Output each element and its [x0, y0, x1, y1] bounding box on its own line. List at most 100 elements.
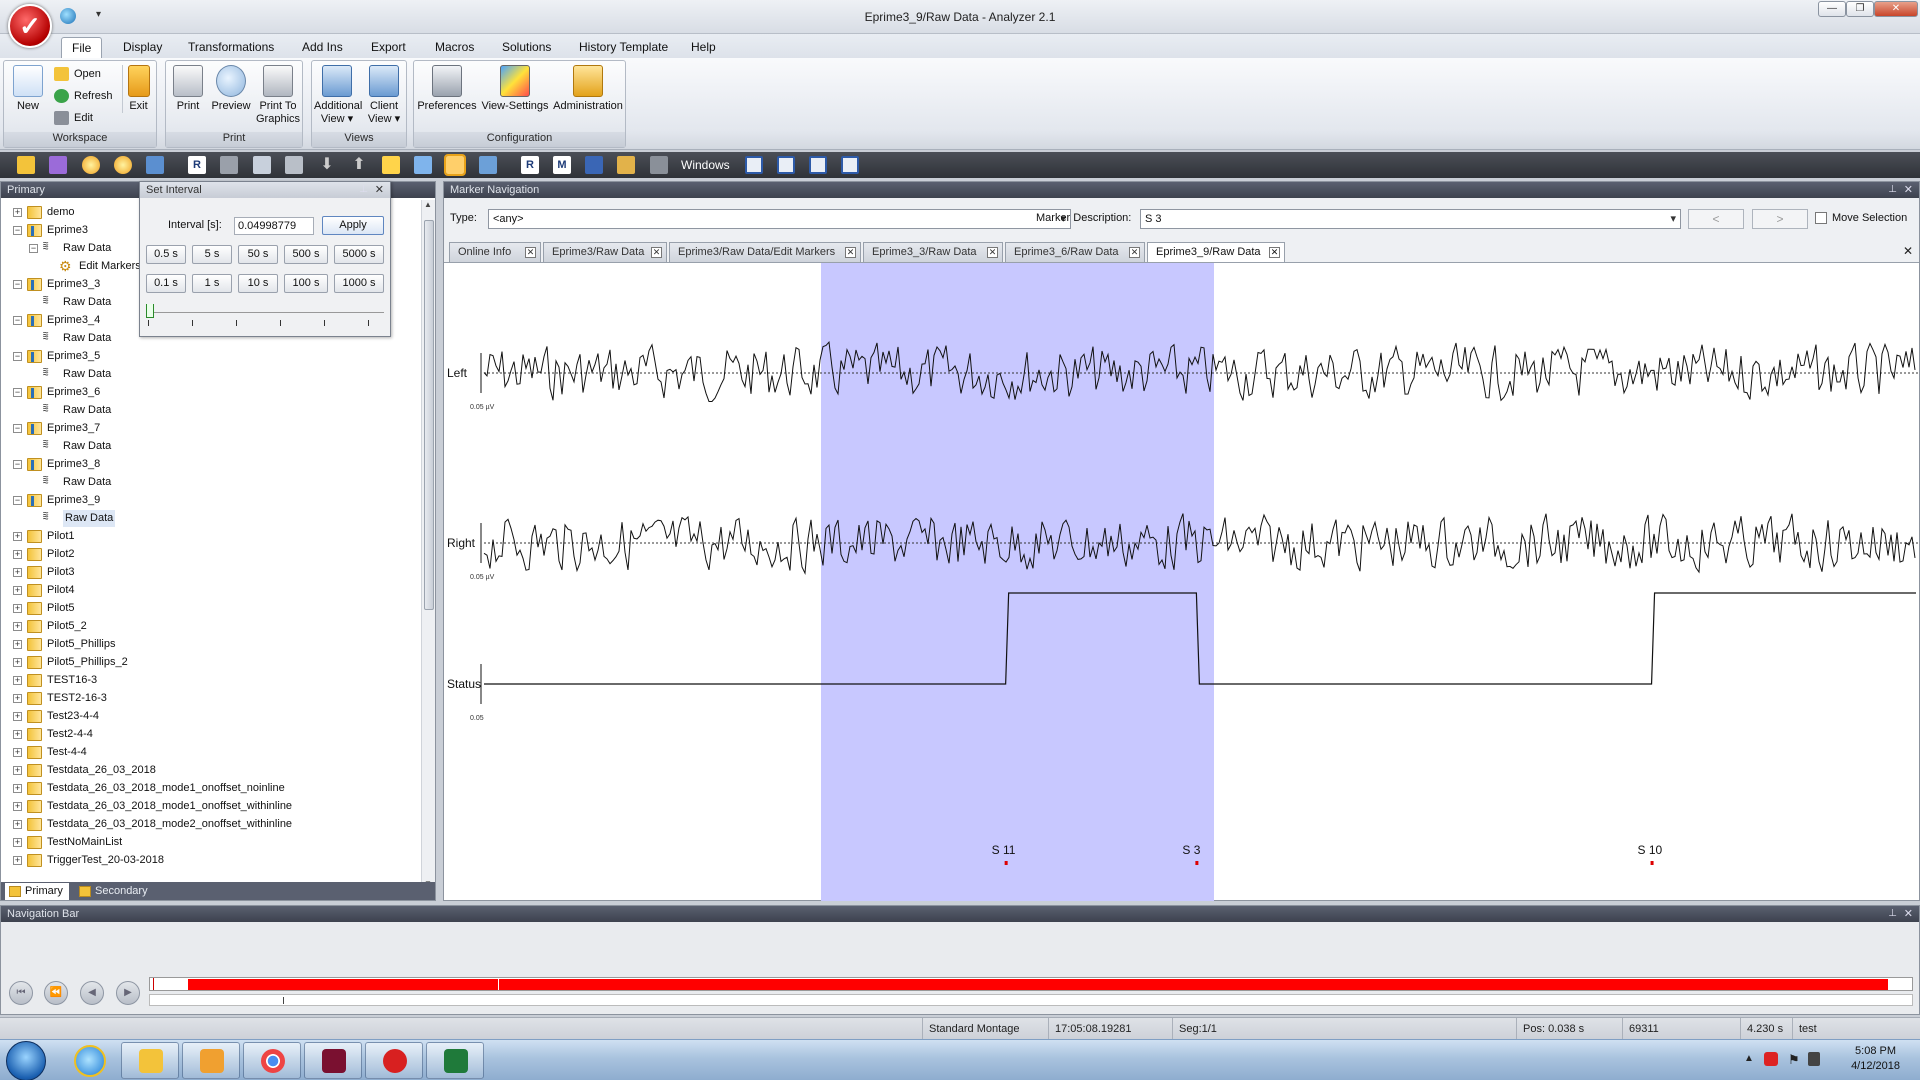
eeg-view[interactable]: Left 0.05 µV Right 0.05 µV Status 0.05 S 11 S 3… — [444, 262, 1919, 901]
menu-display[interactable]: Display — [113, 37, 172, 58]
tree-node[interactable]: + Pilot5_2 — [1, 618, 421, 635]
tree-node[interactable]: + Testdata_26_03_2018_mode1_onoffset_with… — [1, 798, 421, 815]
tree-node[interactable]: − Eprime3_8 — [1, 456, 421, 473]
close-tab-icon[interactable]: ✕ — [1269, 247, 1280, 258]
menu-add-ins[interactable]: Add Ins — [292, 37, 353, 58]
tree-node[interactable]: + TEST2-16-3 — [1, 690, 421, 707]
open-button[interactable]: Open — [52, 64, 101, 84]
taskbar-biosemi[interactable] — [304, 1042, 362, 1079]
expand-icon[interactable]: + — [13, 766, 22, 775]
r-icon[interactable]: R — [188, 156, 206, 174]
tree-scrollbar[interactable]: ▲ ▼ — [421, 200, 435, 888]
next-marker-button[interactable]: > — [1752, 209, 1808, 229]
analyzer-logo-icon[interactable]: ✓ — [8, 4, 52, 48]
expand-icon[interactable]: + — [13, 856, 22, 865]
r-view-icon[interactable]: R — [521, 156, 539, 174]
tree-node[interactable]: ≈ ≈ Raw Data — [1, 402, 421, 419]
open-data-icon[interactable] — [17, 156, 35, 174]
interval-1s-button[interactable]: 1 s — [192, 274, 232, 293]
interval-100s-button[interactable]: 100 s — [284, 274, 328, 293]
tree-node[interactable]: ≈ ≈ Raw Data — [1, 510, 421, 527]
tree-node[interactable]: + Pilot3 — [1, 564, 421, 581]
segment-icon[interactable] — [479, 156, 497, 174]
tree-node[interactable]: ≈ ≈ Raw Data — [1, 366, 421, 383]
taskbar-excel[interactable] — [426, 1042, 484, 1079]
expand-icon[interactable]: + — [13, 730, 22, 739]
window-new-icon[interactable] — [745, 156, 763, 174]
marker-navigation-icon[interactable] — [444, 154, 466, 176]
show-hidden-icons-icon[interactable]: ▲ — [1744, 1053, 1754, 1064]
windows-start-button[interactable] — [6, 1041, 46, 1080]
tree-node[interactable]: + Pilot5 — [1, 600, 421, 617]
collapse-icon[interactable]: − — [13, 352, 22, 361]
tree-node[interactable]: + Testdata_26_03_2018_mode2_onoffset_with… — [1, 816, 421, 833]
tree-node[interactable]: + Test-4-4 — [1, 744, 421, 761]
menu-file[interactable]: File — [61, 37, 103, 58]
tile-icon[interactable] — [650, 156, 668, 174]
overlay-icon[interactable] — [414, 156, 432, 174]
tree-node[interactable]: − Eprime3_5 — [1, 348, 421, 365]
print-to-graphics-button[interactable]: Print To Graphics — [256, 65, 300, 126]
expand-icon[interactable]: + — [13, 748, 22, 757]
tree-node[interactable]: + TriggerTest_20-03-2018 — [1, 852, 421, 869]
tree-node[interactable]: ≈ ≈ Raw Data — [1, 474, 421, 491]
collapse-icon[interactable]: − — [13, 316, 22, 325]
minimize-button[interactable]: — — [1818, 1, 1846, 17]
channel-scale-icon[interactable] — [146, 156, 164, 174]
waveform-icon[interactable] — [253, 156, 271, 174]
tree-node[interactable]: − Eprime3_6 — [1, 384, 421, 401]
tree-node[interactable]: + Pilot5_Phillips_2 — [1, 654, 421, 671]
interval-1000s-button[interactable]: 1000 s — [334, 274, 384, 293]
exit-button[interactable]: Exit — [122, 65, 154, 113]
grid-icon[interactable] — [285, 156, 303, 174]
taskbar-chrome[interactable] — [243, 1042, 301, 1079]
collapse-icon[interactable]: − — [13, 226, 22, 235]
tree-node[interactable]: + Testdata_26_03_2018_mode1_onoffset_noin… — [1, 780, 421, 797]
administration-button[interactable]: Administration — [552, 65, 624, 113]
expand-icon[interactable]: + — [13, 208, 22, 217]
close-tab-icon[interactable]: ✕ — [845, 247, 856, 258]
expand-icon[interactable]: + — [13, 820, 22, 829]
zoom-out-icon[interactable] — [114, 156, 132, 174]
speaker-icon[interactable] — [1808, 1052, 1820, 1066]
arrow-down-icon[interactable]: ⬇ — [318, 156, 336, 174]
expand-icon[interactable]: + — [13, 802, 22, 811]
tree-node[interactable]: + Pilot1 — [1, 528, 421, 545]
first-page-button[interactable]: ⏮ — [9, 981, 33, 1005]
previous-marker-button[interactable]: < — [1688, 209, 1744, 229]
refresh-button[interactable]: Refresh — [52, 86, 113, 106]
interval-input[interactable]: 0.04998779 — [234, 217, 314, 235]
expand-icon[interactable]: + — [13, 838, 22, 847]
tree-node[interactable]: + Pilot2 — [1, 546, 421, 563]
interval-10s-button[interactable]: 10 s — [238, 274, 278, 293]
preferences-button[interactable]: Preferences — [416, 65, 478, 113]
move-selection-checkbox[interactable] — [1815, 212, 1827, 224]
taskbar-media[interactable] — [182, 1042, 240, 1079]
settings-icon[interactable] — [617, 156, 635, 174]
tree-node[interactable]: + Pilot4 — [1, 582, 421, 599]
expand-icon[interactable]: + — [13, 784, 22, 793]
expand-icon[interactable]: + — [13, 640, 22, 649]
window-cascade-icon[interactable] — [777, 156, 795, 174]
scroll-up-icon[interactable]: ▲ — [424, 200, 432, 209]
navigation-position-indicator[interactable] — [153, 978, 154, 990]
menu-help[interactable]: Help — [681, 37, 726, 58]
marker-description-select[interactable]: S 3 — [1140, 209, 1681, 229]
apply-button[interactable]: Apply — [322, 216, 384, 235]
tab-eprime3-3-raw-data[interactable]: Eprime3_3/Raw Data ✕ — [863, 242, 1003, 262]
expand-icon[interactable]: + — [13, 568, 22, 577]
m-view-icon[interactable]: M — [553, 156, 571, 174]
expand-icon[interactable]: + — [13, 622, 22, 631]
close-tab-icon[interactable]: ✕ — [1129, 247, 1140, 258]
tab-online-info[interactable]: Online Info ✕ — [449, 242, 541, 262]
tab-secondary[interactable]: Secondary — [75, 883, 154, 900]
tree-node[interactable]: + TEST16-3 — [1, 672, 421, 689]
preview-button[interactable]: Preview — [210, 65, 252, 113]
navigation-overview-bar[interactable] — [149, 977, 1913, 991]
expand-icon[interactable]: + — [13, 532, 22, 541]
view-settings-button[interactable]: View-Settings — [480, 65, 550, 113]
close-tab-icon[interactable]: ✕ — [651, 247, 662, 258]
eeg-plot-svg[interactable]: Left 0.05 µV Right 0.05 µV Status 0.05 S 11 S 3… — [444, 263, 1919, 901]
menu-macros[interactable]: Macros — [425, 37, 484, 58]
collapse-icon[interactable]: − — [13, 424, 22, 433]
